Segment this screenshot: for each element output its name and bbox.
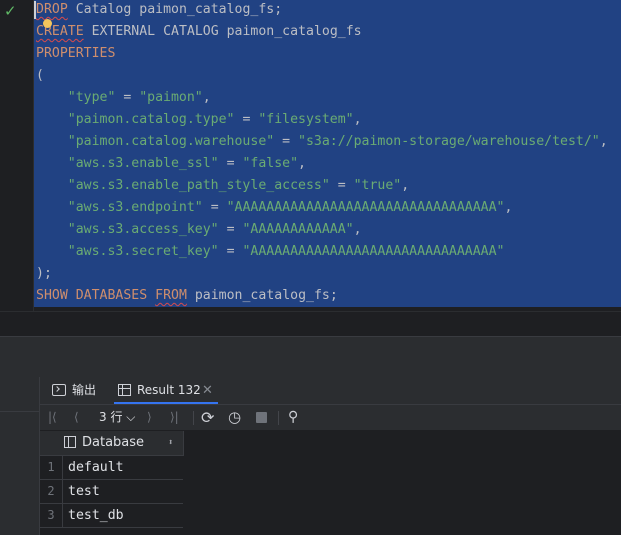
keyword: PROPERTIES [36,46,116,61]
stop-icon[interactable] [256,412,267,423]
chevron-down-icon: ⌵ [126,410,136,424]
code-line-14[interactable]: SHOW DATABASES FROM paimon_catalog_fs; [36,286,338,306]
cell-database[interactable]: test_db [68,504,124,527]
punct: , [298,156,306,171]
prop-key: "paimon.catalog.type" [67,112,235,127]
code-line-12[interactable]: "aws.s3.secret_key" = "AAAAAAAAAAAAAAAAA… [36,242,505,262]
prop-value: "AAAAAAAAAAAA" [242,222,354,237]
clock-icon[interactable]: ◷ [228,405,241,430]
result-tabs: 输出 Result 132 ✕ [40,377,621,405]
refresh-icon[interactable]: ⟳ [201,405,214,430]
keyword: SHOW [36,288,68,303]
grid-corner[interactable] [40,431,62,455]
first-page-icon[interactable]: |⟨ [48,405,57,430]
code-line-6[interactable]: "paimon.catalog.type" = "filesystem", [36,110,362,130]
punct: , [353,222,362,237]
column-header-label: Database [82,435,145,450]
last-page-icon[interactable]: ⟩| [170,405,179,430]
cell-database[interactable]: test [68,480,100,503]
cell-database[interactable]: default [68,456,124,479]
catalog-name: paimon_catalog_fs; [139,2,283,17]
code-line-5[interactable]: "type" = "paimon", [36,88,211,108]
editor-splitter[interactable] [0,311,621,337]
table-icon [118,383,131,396]
rows-count-select[interactable]: 3 行 ⌵ [99,405,135,430]
table-row[interactable]: 3 test_db [40,504,183,528]
prop-key: "aws.s3.enable_ssl" [67,156,219,171]
close-icon[interactable]: ✕ [202,377,213,404]
catalog-name: paimon_catalog_fs; [194,288,338,303]
code-line-13[interactable]: ); [36,264,52,284]
prop-key: "type" [67,90,116,105]
code-line-10[interactable]: "aws.s3.endpoint" = "AAAAAAAAAAAAAAAAAAA… [36,198,513,218]
toolbar-separator [278,411,279,425]
code-line-4[interactable]: ( [36,66,44,86]
divider [0,411,39,412]
rows-count-label: 3 行 [99,410,123,424]
prop-value: "AAAAAAAAAAAAAAAAAAAAAAAAAAAAAAAAA" [226,200,505,215]
paren: ( [36,68,44,83]
punct: , [599,134,608,149]
prop-key: "aws.s3.endpoint" [67,200,203,215]
paren: ); [36,266,52,281]
prop-key: "aws.s3.secret_key" [67,244,219,259]
terminal-icon [52,383,66,396]
text-cursor [34,1,36,19]
code-line-2[interactable]: CREATE EXTERNAL CATALOG paimon_catalog_f… [36,22,362,42]
code-line-8[interactable]: "aws.s3.enable_ssl" = "false", [36,154,306,174]
prop-value: "paimon" [139,90,203,105]
keyword: EXTERNAL [91,24,156,39]
code-line-9[interactable]: "aws.s3.enable_path_style_access" = "tru… [36,176,409,196]
prev-page-icon[interactable]: ⟨ [74,405,79,430]
row-number: 1 [40,456,63,479]
check-icon: ✓ [4,2,17,20]
services-tree-strip [0,377,40,535]
grid-header: Database ⬍ [40,431,184,456]
punct: , [401,178,410,193]
code-line-11[interactable]: "aws.s3.access_key" = "AAAAAAAAAAAA", [36,220,362,240]
punct: , [504,200,513,215]
result-toolbar: |⟨ ⟨ 3 行 ⌵ ⟩ ⟩| ⟳ ◷ ⚲ [40,405,621,430]
table-row[interactable]: 2 test [40,480,183,504]
tab-output[interactable]: 输出 [52,377,96,404]
next-page-icon[interactable]: ⟩ [147,405,152,430]
keyword: FROM [155,288,187,303]
prop-key: "aws.s3.enable_path_style_access" [67,178,330,193]
keyword: Catalog [75,2,132,17]
toolbar-separator [193,411,194,425]
editor-gutter: ✓ [0,0,34,311]
code-line-7[interactable]: "paimon.catalog.warehouse" = "s3a://paim… [36,132,608,152]
pin-icon[interactable]: ⚲ [288,405,298,430]
punct: , [353,112,362,127]
prop-value: "true" [353,178,402,193]
keyword: CATALOG [163,24,219,39]
sort-icon[interactable]: ⬍ [168,431,173,455]
catalog-name: paimon_catalog_fs [226,24,362,39]
sql-editor[interactable]: ✓ DROP Catalog paimon_catalog_fs; CREATE… [0,0,621,311]
code-line-1[interactable]: DROP Catalog paimon_catalog_fs; [36,0,282,20]
column-icon [64,435,76,448]
prop-value: "AAAAAAAAAAAAAAAAAAAAAAAAAAAAAAA" [242,244,505,259]
column-header-database[interactable]: Database [64,431,144,455]
punct: , [202,90,211,105]
tab-result-label: Result 132 [137,383,201,397]
prop-key: "paimon.catalog.warehouse" [67,134,275,149]
code-selection[interactable]: DROP Catalog paimon_catalog_fs; CREATE E… [34,0,621,307]
active-tab-indicator [114,402,218,404]
row-number: 2 [40,480,63,503]
table-row[interactable]: 1 default [40,456,183,480]
prop-value: "s3a://paimon-storage/warehouse/test/" [298,134,600,149]
row-number: 3 [40,504,63,527]
lightbulb-icon[interactable] [43,19,52,28]
tab-result[interactable]: Result 132 [118,377,201,404]
keyword: DROP [36,2,68,17]
services-panel-header [0,336,621,377]
result-grid[interactable]: Database ⬍ 1 default 2 test 3 test_db [40,431,621,535]
prop-value: "filesystem" [258,112,354,127]
prop-key: "aws.s3.access_key" [67,222,219,237]
prop-value: "false" [242,156,299,171]
code-line-3[interactable]: PROPERTIES [36,44,115,64]
tab-output-label: 输出 [72,383,97,397]
keyword: DATABASES [75,288,148,303]
